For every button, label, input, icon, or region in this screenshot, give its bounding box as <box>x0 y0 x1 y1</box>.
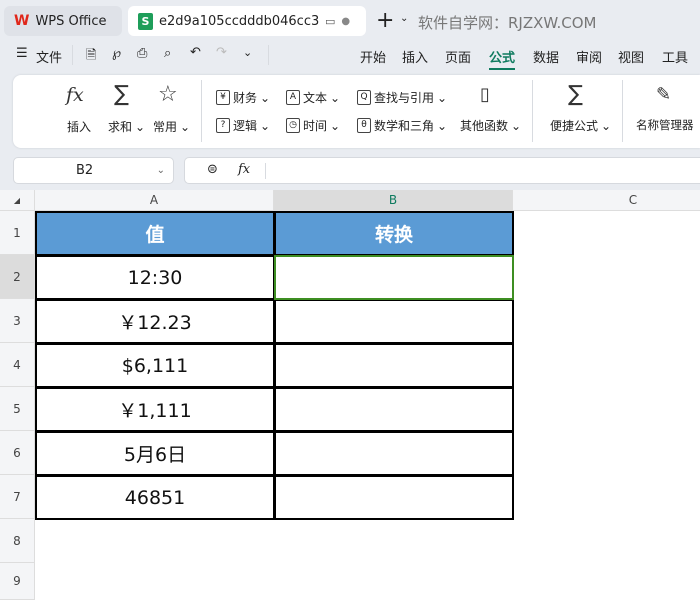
value-cell[interactable]: ￥1,111 <box>35 387 275 432</box>
conversion-cell[interactable] <box>274 299 514 344</box>
column-header-a[interactable]: A <box>35 190 274 211</box>
conversion-cell[interactable] <box>274 475 514 520</box>
column-header-c[interactable]: C <box>513 190 700 211</box>
common-button[interactable]: 常用 ⌄ <box>153 118 190 135</box>
fx-icon[interactable]: fx <box>66 84 84 106</box>
column-header-b[interactable]: B <box>274 190 513 211</box>
menu-start[interactable]: 开始 <box>360 47 386 66</box>
time-button[interactable]: ◷ 时间 ⌄ <box>286 117 340 134</box>
wps-logo-icon: W <box>14 13 30 29</box>
formula-input[interactable]: ⊜ fx <box>184 157 700 184</box>
table-header-cell[interactable]: 转换 <box>274 211 514 256</box>
tab-label: e2d9a105ccdddb046cc311e <box>159 13 319 29</box>
name-manager-button[interactable]: 名称管理器 <box>636 117 694 133</box>
menu-view[interactable]: 视图 <box>618 47 644 66</box>
finance-icon: ¥ <box>216 90 230 105</box>
row-header[interactable]: 9 <box>0 563 35 600</box>
print-icon[interactable]: ⎙ <box>137 46 147 61</box>
menu-data[interactable]: 数据 <box>533 47 559 66</box>
lookup-button[interactable]: Q 查找与引用 ⌄ <box>357 89 447 106</box>
undo-icon[interactable]: ↶ <box>190 45 201 60</box>
value-cell[interactable]: 46851 <box>35 475 275 520</box>
logic-icon: ? <box>216 118 230 133</box>
menu-insert[interactable]: 插入 <box>402 47 428 66</box>
other-functions-icon[interactable]: ▯ <box>480 84 490 105</box>
sum-button[interactable]: 求和 ⌄ <box>108 118 145 135</box>
math-button[interactable]: θ 数学和三角 ⌄ <box>357 117 447 134</box>
zoom-icon[interactable]: ⊜ <box>207 162 218 177</box>
conversion-cell[interactable] <box>274 343 514 388</box>
star-icon[interactable]: ☆ <box>158 82 178 107</box>
menu-tools[interactable]: 工具 <box>662 47 688 66</box>
tab-wps-office[interactable]: W WPS Office <box>4 6 122 36</box>
finance-button[interactable]: ¥ 财务 ⌄ <box>216 89 270 106</box>
print-preview-icon[interactable]: ⌕ <box>164 46 171 61</box>
table-header-cell[interactable]: 值 <box>35 211 275 256</box>
new-tab-icon[interactable]: + <box>376 8 394 33</box>
conversion-cell[interactable] <box>274 387 514 432</box>
row-header[interactable]: 8 <box>0 519 35 563</box>
text-button[interactable]: A 文本 ⌄ <box>286 89 340 106</box>
monitor-icon: ▭ <box>325 14 336 28</box>
conversion-cell[interactable] <box>274 431 514 476</box>
math-icon: θ <box>357 118 371 133</box>
row-header[interactable]: 1 <box>0 211 35 255</box>
redo-icon[interactable]: ↷ <box>216 45 227 60</box>
spreadsheet-grid[interactable]: ◢ A B C 123456789 值转换 12:30 ￥12.23 $6,111 ￥1… <box>0 190 700 600</box>
quick-formula-button[interactable]: 便捷公式 ⌄ <box>550 117 611 134</box>
menu-review[interactable]: 审阅 <box>576 47 602 66</box>
spreadsheet-icon: S <box>138 12 153 30</box>
cell-reference: B2 <box>76 163 94 178</box>
selected-cell-b2[interactable] <box>274 255 514 300</box>
name-manager-icon[interactable]: ✎ <box>656 84 671 105</box>
watermark-text: 软件自学网：RJZXW.COM <box>418 14 597 32</box>
value-cell[interactable]: 12:30 <box>35 255 275 300</box>
tab-document[interactable]: S e2d9a105ccdddb046cc311e ▭ ● <box>128 6 366 36</box>
select-all-corner[interactable]: ◢ <box>0 190 35 211</box>
name-box[interactable]: B2 ⌄ <box>13 157 174 184</box>
text-icon: A <box>286 90 300 105</box>
value-cell[interactable]: ￥12.23 <box>35 299 275 344</box>
clock-icon: ◷ <box>286 118 300 133</box>
share-icon[interactable]: ℘ <box>112 46 121 61</box>
lookup-icon: Q <box>357 90 371 105</box>
sum-icon[interactable]: ∑ <box>114 82 129 107</box>
row-header[interactable]: 5 <box>0 387 35 431</box>
tab-label: WPS Office <box>35 13 107 29</box>
row-header[interactable]: 2 <box>0 255 35 299</box>
unsaved-dot-icon[interactable]: ● <box>341 16 350 27</box>
quick-formula-icon[interactable]: ∑ <box>568 82 583 107</box>
logic-button[interactable]: ? 逻辑 ⌄ <box>216 117 270 134</box>
fx-icon[interactable]: fx <box>238 162 250 177</box>
save-icon[interactable]: 🗎 <box>86 46 96 68</box>
row-header[interactable]: 7 <box>0 475 35 519</box>
insert-function-button[interactable]: 插入 <box>67 118 91 135</box>
row-header[interactable]: 6 <box>0 431 35 475</box>
row-header[interactable]: 3 <box>0 299 35 343</box>
menu-page[interactable]: 页面 <box>445 47 471 66</box>
row-header[interactable]: 4 <box>0 343 35 387</box>
chevron-down-icon[interactable]: ⌄ <box>157 158 165 183</box>
value-cell[interactable]: 5月6日 <box>35 431 275 476</box>
menu-icon[interactable]: ☰ <box>16 46 28 61</box>
value-cell[interactable]: $6,111 <box>35 343 275 388</box>
menu-formula[interactable]: 公式 <box>489 47 516 70</box>
more-icon[interactable]: ⌄ <box>243 46 252 59</box>
other-functions-button[interactable]: 其他函数 ⌄ <box>460 117 521 134</box>
chevron-down-icon[interactable]: ⌄ <box>400 13 408 24</box>
menu-file[interactable]: 文件 <box>36 47 62 66</box>
